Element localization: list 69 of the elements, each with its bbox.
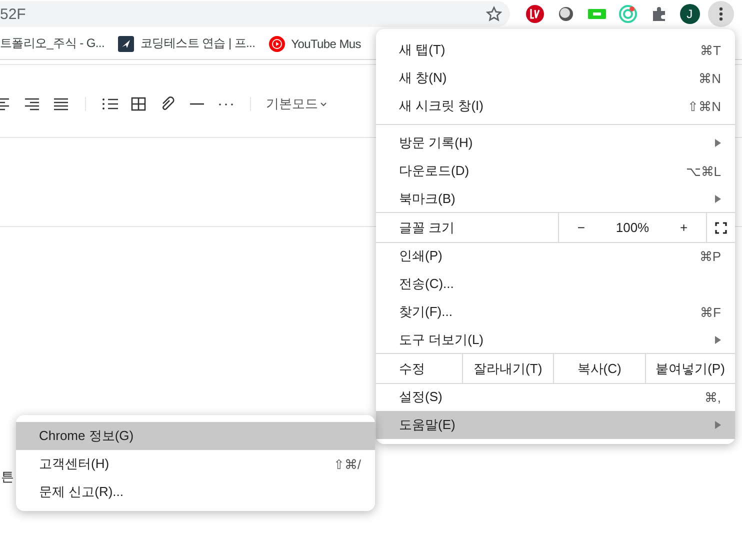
menu-item-label: 북마크(B) — [399, 190, 456, 208]
menu-item[interactable]: 새 탭(T) ⌘T — [376, 36, 735, 64]
fullscreen-icon[interactable] — [715, 222, 727, 234]
shortcut-text: ⇧⌘/ — [333, 456, 361, 472]
shortcut-text: ⌘P — [699, 248, 721, 264]
play-icon — [269, 36, 286, 52]
extension-icon[interactable] — [526, 5, 544, 23]
menu-item[interactable]: 다운로드(D) ⌥⌘L — [376, 157, 735, 185]
menu-item-label: 전송(C)... — [399, 275, 455, 293]
menu-item-label: 수정 — [398, 360, 426, 378]
align-right-icon[interactable] — [23, 96, 41, 112]
bookmark-link[interactable]: YouTube Mus — [291, 36, 361, 50]
shortcut-text: ⌘T — [700, 42, 721, 58]
target-icon[interactable] — [618, 5, 637, 23]
menu-item-label: 인쇄(P) — [399, 247, 444, 265]
shortcut-text: ⌘, — [704, 390, 721, 404]
shortcut-text: ⇧⌘N — [688, 98, 721, 114]
bookmark-link[interactable]: 트폴리오_주식 - G... — [0, 35, 104, 52]
menu-item-label: 고객센터(H) — [39, 455, 110, 473]
editor-text: 튼 — [1, 468, 14, 486]
bookmark-link[interactable]: 코딩테스트 연습 | 프... — [140, 35, 256, 52]
menu-item[interactable]: 고객센터(H) ⇧⌘/ — [16, 450, 375, 478]
star-icon[interactable] — [486, 6, 502, 22]
menu-item[interactable]: Chrome 정보(G) — [16, 422, 375, 450]
zoom-in-button[interactable]: + — [674, 220, 694, 235]
chevron-down-icon — [320, 102, 327, 106]
menu-item-label: 찾기(F)... — [399, 303, 454, 321]
shortcut-text: ⌘N — [698, 70, 721, 86]
menu-item-label: Chrome 정보(G) — [39, 427, 135, 445]
menu-item-label: 문제 신고(R)... — [39, 483, 124, 501]
shortcut-text: ⌘F — [700, 304, 721, 320]
address-text: 52F — [0, 6, 26, 22]
edit-action-button[interactable]: 잘라내기(T) — [468, 360, 548, 378]
menu-item-label: 다운로드(D) — [399, 162, 470, 180]
menu-item[interactable]: 설정(S) ⌘, — [376, 383, 735, 411]
menu-item[interactable]: 북마크(B) — [376, 185, 735, 213]
menu-item-label: 글꼴 크기 — [398, 218, 456, 236]
address-bar[interactable]: 52F — [0, 1, 510, 27]
zoom-out-button[interactable]: − — [571, 220, 592, 235]
menu-item[interactable]: 도움말(E) — [376, 411, 735, 439]
menu-item-label: 도움말(E) — [399, 416, 456, 434]
menu-item-label: 방문 기록(H) — [399, 134, 474, 152]
menu-item-label: 도구 더보기(L) — [399, 331, 484, 349]
kebab-icon — [718, 7, 723, 21]
mode-dropdown[interactable]: 기본모드 — [266, 95, 327, 113]
menu-item[interactable]: 인쇄(P) ⌘P — [376, 242, 735, 270]
puzzle-icon[interactable] — [650, 6, 667, 22]
menu-item[interactable]: 전송(C)... — [376, 270, 735, 298]
edit-action-button[interactable]: 붙여넣기(P) — [650, 360, 731, 378]
shortcut-text: ⌥⌘L — [686, 164, 721, 178]
menu-item[interactable]: 새 창(N) ⌘N — [376, 64, 735, 92]
edit-action-button[interactable]: 복사(C) — [571, 360, 628, 378]
menu-item-label: 새 창(N) — [399, 69, 448, 87]
menu-item[interactable]: 방문 기록(H) — [376, 129, 735, 157]
justify-icon[interactable] — [52, 96, 70, 112]
menu-item[interactable]: 문제 신고(R)... — [16, 478, 375, 506]
zoom-level: 100% — [616, 220, 650, 235]
extension-icon[interactable] — [558, 6, 574, 22]
menu-item[interactable]: 찾기(F)... ⌘F — [376, 298, 735, 326]
table-icon[interactable] — [130, 96, 148, 112]
menu-item-label: 새 탭(T) — [399, 41, 446, 59]
bullet-list-icon[interactable] — [101, 96, 119, 112]
menu-button[interactable] — [708, 1, 734, 27]
menu-item-label: 설정(S) — [399, 388, 444, 406]
bookmark-icon — [118, 36, 134, 52]
profile-avatar[interactable]: J — [680, 4, 700, 24]
menu-item[interactable]: 새 시크릿 창(I) ⇧⌘N — [376, 92, 735, 120]
menu-item-label: 새 시크릿 창(I) — [399, 97, 484, 115]
menu-item[interactable]: 도구 더보기(L) — [376, 326, 735, 354]
